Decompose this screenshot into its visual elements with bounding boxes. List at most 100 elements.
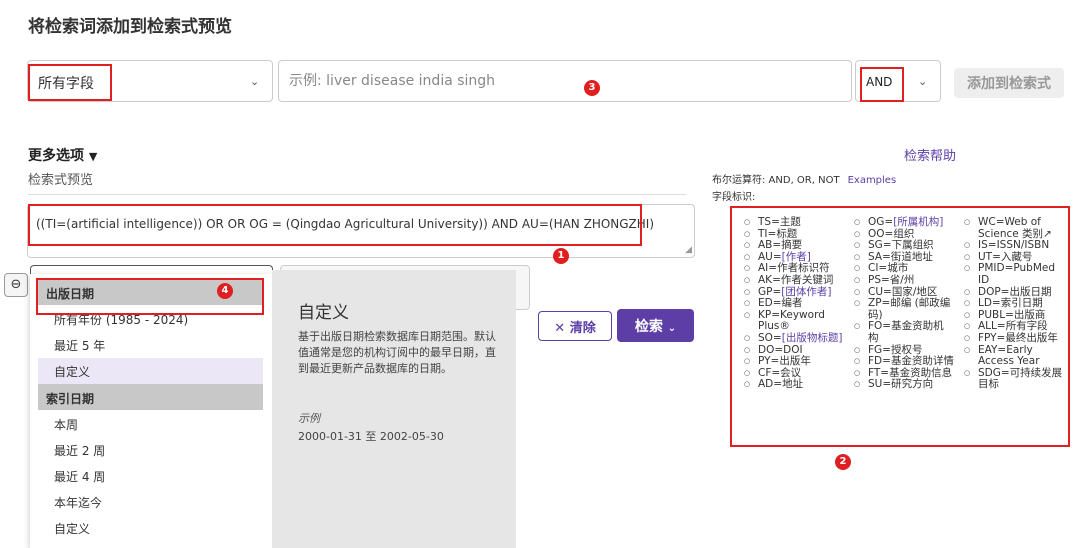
- field-tag-code: OO=: [868, 227, 894, 240]
- dropdown-item[interactable]: 最近 2 周: [38, 437, 263, 463]
- field-tag-code: FT=: [868, 366, 890, 379]
- field-tag-code: TS=: [758, 216, 780, 228]
- field-tag-text[interactable]: [作者]: [782, 251, 811, 263]
- field-tag-text: 下属组织: [891, 239, 934, 252]
- field-tag-text: 国家/地区: [891, 285, 938, 298]
- field-tag-code: DO=: [758, 343, 784, 356]
- field-tag-code: CU=: [868, 285, 892, 298]
- chevron-down-icon: ⌄: [250, 75, 260, 88]
- search-help-link[interactable]: 检索帮助: [904, 145, 956, 164]
- field-tag-code: SG=: [868, 239, 892, 252]
- field-tag-text: 标题: [776, 227, 798, 240]
- field-tags-column-3: WC=Web of Science 类别↗IS=ISSN/ISBNUT=入藏号P…: [964, 216, 1064, 391]
- field-tag-code: LD=: [978, 297, 1001, 310]
- operator-select-value: AND: [866, 75, 893, 89]
- field-tag-code: FO=: [868, 320, 892, 333]
- more-options-toggle[interactable]: 更多选项 ▼: [28, 145, 97, 165]
- tooltip-title: 自定义: [298, 303, 349, 323]
- field-tag-code: OG=: [868, 216, 894, 228]
- field-tag-text: 省/州: [889, 273, 915, 286]
- clear-button[interactable]: ✕ 清除: [538, 311, 612, 341]
- field-tag-text: 作者关键词: [780, 273, 834, 286]
- boolean-operators: 布尔运算符: AND, OR, NOT Examples: [712, 171, 896, 186]
- query-preview-textarea[interactable]: ((TI=(artificial intelligence)) OR OR OG…: [27, 204, 695, 258]
- field-tag-code: AK=: [758, 273, 781, 286]
- field-tag-code: SU=: [868, 378, 892, 391]
- field-tags-column-1: TS=主题TI=标题AB=摘要AU=[作者] AI=作者标识符AK=作者关键词GP…: [744, 216, 844, 391]
- field-tag-text: 索引日期: [1000, 297, 1043, 310]
- annotation-badge: 3: [584, 80, 600, 96]
- field-tag-text: 基金资助详情: [890, 355, 954, 368]
- divider: [28, 194, 686, 195]
- dropdown-group-header: 索引日期: [38, 384, 263, 410]
- tooltip-example-value: 2000-01-31 至 2002-05-30: [298, 430, 444, 443]
- field-tag-code: FPY=: [978, 331, 1006, 344]
- field-tag-text: 基金资助信息: [889, 366, 953, 379]
- field-tag-item: FO=基金资助机构: [854, 321, 954, 344]
- field-tag-text: 研究方向: [891, 378, 934, 391]
- field-tag-code: ED=: [758, 297, 782, 310]
- clear-button-label: 清除: [569, 320, 596, 336]
- annotation-badge: 1: [553, 248, 569, 264]
- field-tag-text: 会议: [780, 366, 802, 379]
- close-icon: ✕: [554, 320, 566, 336]
- query-text: ((TI=(artificial intelligence)) OR OR OG…: [36, 217, 655, 231]
- field-tag-text: 地址: [782, 378, 804, 391]
- search-input[interactable]: [278, 60, 852, 102]
- field-tag-text: 所有字段: [1005, 320, 1048, 333]
- field-tag-code: GP=: [758, 285, 782, 298]
- query-preview-label: 检索式预览: [28, 173, 94, 188]
- dropdown-item[interactable]: 自定义: [38, 515, 263, 541]
- field-tag-code: AU=: [758, 250, 782, 263]
- field-tag-code: AD=: [758, 378, 783, 391]
- field-tag-code: ZP=: [868, 297, 891, 310]
- field-tag-text: 入藏号: [1000, 250, 1033, 263]
- field-select-value: 所有字段: [38, 76, 94, 92]
- search-button[interactable]: 检索 ⌄: [617, 309, 694, 342]
- field-tag-code: SDG=: [978, 366, 1010, 379]
- field-tag-text[interactable]: [所属机构]: [893, 216, 943, 228]
- dropdown-item[interactable]: 最近 4 周: [38, 463, 263, 489]
- field-tag-item: AD=地址: [744, 379, 844, 391]
- field-tag-code: WC=: [978, 216, 1005, 228]
- field-tag-text[interactable]: [出版物标题]: [782, 332, 843, 344]
- field-tag-text: 城市: [887, 262, 909, 275]
- field-tag-text: 摘要: [781, 239, 803, 252]
- field-tag-code: PMID=: [978, 262, 1014, 275]
- examples-link[interactable]: Examples: [848, 175, 897, 186]
- page-title: 将检索词添加到检索式预览: [28, 17, 232, 37]
- field-tag-item: SU=研究方向: [854, 379, 954, 391]
- field-tag-code: SA=: [868, 250, 891, 263]
- field-tag-code: FG=: [868, 343, 891, 356]
- field-tag-code: SO=: [758, 331, 782, 344]
- field-tag-text: 最终出版年: [1005, 331, 1058, 344]
- field-tag-code: PY=: [758, 355, 780, 368]
- dropdown-item[interactable]: 本年迄今: [38, 489, 263, 515]
- field-tag-text: 街道地址: [890, 250, 933, 263]
- field-tag-text: 出版年: [779, 355, 811, 368]
- field-tag-code: FD=: [868, 355, 891, 368]
- collapse-icon[interactable]: ⊖: [4, 273, 28, 297]
- dropdown-item[interactable]: 本周: [38, 411, 263, 437]
- resize-handle-icon[interactable]: ◢: [685, 245, 692, 255]
- field-tags-column-2: OG=[所属机构]OO=组织SG=下属组织SA=街道地址CI=城市PS=省/州C…: [854, 216, 954, 391]
- dropdown-item[interactable]: 最近 5 年: [38, 332, 263, 358]
- field-select[interactable]: 所有字段 ⌄: [27, 60, 273, 102]
- dropdown-item[interactable]: 自定义: [38, 358, 263, 384]
- field-tag-item: SDG=可持续发展目标: [964, 366, 1064, 391]
- more-options-label: 更多选项: [28, 148, 84, 164]
- field-tag-text: 授权号: [890, 343, 923, 356]
- field-tag-text[interactable]: [团体作者]: [781, 286, 831, 298]
- field-tag-code: AI=: [758, 262, 778, 275]
- tooltip-example-label: 示例: [298, 412, 320, 425]
- field-tag-code: EAY=: [978, 343, 1007, 356]
- date-dropdown: 出版日期 所有年份 (1985 - 2024) 最近 5 年 自定义 索引日期 …: [30, 274, 272, 548]
- field-tag-code: PUBL=: [978, 308, 1014, 321]
- add-to-query-button[interactable]: 添加到检索式: [954, 68, 1064, 98]
- field-tag-code: IS=: [978, 239, 997, 252]
- operator-select[interactable]: AND ⌄: [855, 60, 941, 102]
- field-tag-item: EAY=Early Access Year: [964, 343, 1064, 368]
- field-tag-text: 主题: [779, 216, 801, 228]
- dropdown-item[interactable]: 所有年份 (1985 - 2024): [38, 306, 263, 332]
- annotation-badge: 2: [835, 454, 851, 470]
